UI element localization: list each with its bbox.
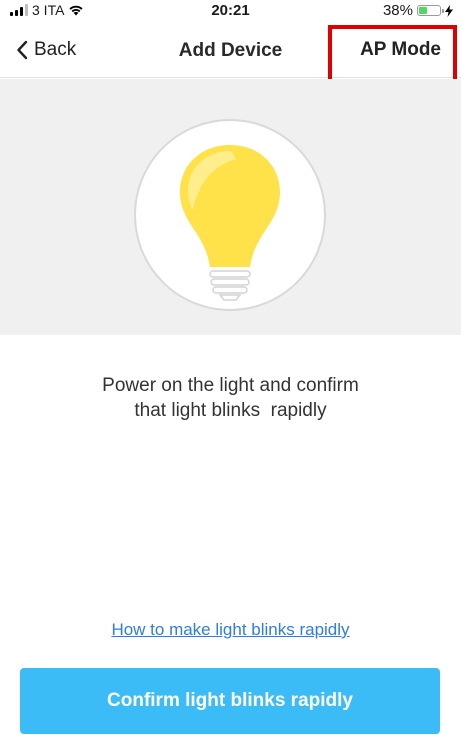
light-bulb-icon (180, 145, 280, 301)
confirm-button[interactable]: Confirm light blinks rapidly (20, 668, 440, 734)
instruction-line-1: Power on the light and confirm (102, 375, 359, 396)
illustration-panel (0, 79, 461, 335)
status-right: 38% (383, 2, 453, 19)
add-device-screen: 3 ITA 20:21 38% Back Add Device AP Mode … (0, 0, 461, 735)
charging-icon (445, 4, 453, 17)
battery-level (419, 7, 427, 14)
instruction-text: Power on the light and confirm that ligh… (20, 373, 441, 423)
battery-icon (417, 5, 444, 16)
battery-percent: 38% (382, 2, 413, 19)
ap-mode-button[interactable]: AP Mode (360, 39, 441, 61)
instruction-line-2: that light blinks rapidly (134, 400, 327, 421)
navigation-bar: Back Add Device AP Mode (0, 22, 461, 89)
help-link[interactable]: How to make light blinks rapidly (0, 620, 461, 640)
status-bar: 3 ITA 20:21 38% (0, 0, 461, 22)
bulb-circle (134, 119, 326, 311)
